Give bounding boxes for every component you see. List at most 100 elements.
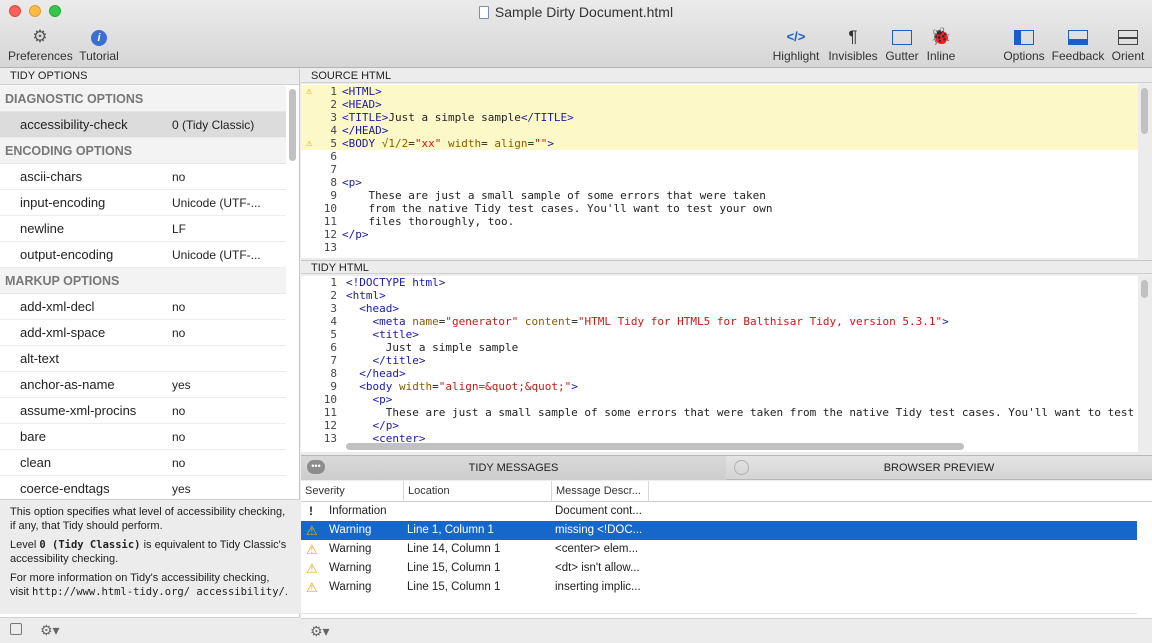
info-icon: i [78,26,120,48]
source-html-header: SOURCE HTML [301,69,1152,83]
code-line[interactable]: 8 <p> [301,176,1138,189]
option-row-newline[interactable]: newline LF [0,216,286,242]
options-button[interactable]: Options [1002,26,1046,63]
source-html-editor[interactable]: ⚠ 1 <HTML> 2 <HEAD> 3 <TITLE>Just a simple sam… [301,84,1138,258]
gear-icon[interactable]: ⚙▾ [40,622,60,639]
code-line[interactable]: 4 <meta name="generator" content="HTML T… [301,315,1138,328]
feedback-button[interactable]: Feedback [1051,26,1105,63]
option-row-input-encoding[interactable]: input-encoding Unicode (UTF-... [0,190,286,216]
option-row-anchor-as-name[interactable]: anchor-as-name yes [0,372,286,398]
description-link[interactable]: http://www.html-tidy.org/ accessibility/ [32,586,285,598]
option-value[interactable]: no [172,424,185,450]
option-name: input-encoding [20,195,106,210]
option-value[interactable]: no [172,398,185,424]
code-line[interactable]: 1 <!DOCTYPE html> [301,276,1138,289]
code-line[interactable]: 10 <p> [301,393,1138,406]
code-line[interactable]: 9 These are just a small sample of some … [301,189,1138,202]
gear-icon: ⚙ [32,27,48,46]
option-name: anchor-as-name [20,377,115,392]
preferences-button[interactable]: ⚙ Preferences [8,26,73,63]
code-line[interactable]: 12 </p> [301,228,1138,241]
code-line[interactable]: 6 Just a simple sample [301,341,1138,354]
options-list[interactable]: DIAGNOSTIC OPTIONS accessibility-check 0 (… [0,86,286,498]
option-value[interactable]: no [172,164,185,190]
gear-icon[interactable]: ⚙▾ [310,623,330,640]
option-name: coerce-endtags [20,481,110,496]
code-line[interactable]: 2 <HEAD> [301,98,1138,111]
option-value[interactable]: Unicode (UTF-... [172,242,261,268]
orient-button[interactable]: Orient [1109,26,1147,63]
image-icon[interactable] [10,623,22,635]
code-line[interactable]: 7 [301,163,1138,176]
warning-icon[interactable]: ⚠ [306,137,312,150]
column-header-severity[interactable]: Severity [301,481,345,502]
code-line[interactable]: 10 from the native Tidy test cases. You'… [301,202,1138,215]
inline-button[interactable]: 🐞 Inline [925,26,957,63]
message-row[interactable]: ⚠ Warning Line 15, Column 1 inserting impli… [301,578,1137,597]
option-row-ascii-chars[interactable]: ascii-chars no [0,164,286,190]
tidy-html-editor[interactable]: 1 <!DOCTYPE html> 2 <html> 3 <head> 4 <meta n… [301,276,1138,452]
code-line[interactable]: ⚠ 1 <HTML> [301,85,1138,98]
invisibles-button[interactable]: ¶ Invisibles [827,26,879,63]
tab-browser-preview[interactable]: BROWSER PREVIEW [726,456,1152,480]
message-location: Line 14, Column 1 [407,543,501,555]
code-line[interactable]: 3 <head> [301,302,1138,315]
option-row-alt-text[interactable]: alt-text [0,346,286,372]
message-row[interactable]: ⚠ Warning Line 15, Column 1 <dt> isn't allo… [301,559,1137,578]
window-title: Sample Dirty Document.html [0,4,1152,20]
option-value[interactable]: yes [172,476,191,498]
line-number: 7 [330,354,337,367]
tidy-horizontal-scrollbar[interactable] [346,443,964,450]
code-line[interactable]: 4 </HEAD> [301,124,1138,137]
option-value[interactable]: 0 (Tidy Classic) [172,112,254,138]
column-header-message[interactable]: Message Descr... [551,481,649,502]
option-row-clean[interactable]: clean no [0,450,286,476]
message-row[interactable]: ⚠ Warning Line 14, Column 1 <center> elem..… [301,540,1137,559]
options-scrollbar[interactable] [289,89,296,161]
code-line[interactable]: 3 <TITLE>Just a simple sample</TITLE> [301,111,1138,124]
tidy-vertical-scrollbar[interactable] [1141,280,1148,298]
tutorial-button[interactable]: i Tutorial [78,26,120,63]
code-text: <BODY √1/2="xx" width= align=""> [342,137,554,150]
option-row-add-xml-decl[interactable]: add-xml-decl no [0,294,286,320]
code-line[interactable]: 7 </title> [301,354,1138,367]
option-value[interactable]: LF [172,216,186,242]
option-row-output-encoding[interactable]: output-encoding Unicode (UTF-... [0,242,286,268]
code-line[interactable]: 12 </p> [301,419,1138,432]
option-row-add-xml-space[interactable]: add-xml-space no [0,320,286,346]
code-line[interactable]: 2 <html> [301,289,1138,302]
option-row-accessibility-check[interactable]: accessibility-check 0 (Tidy Classic) [0,112,286,138]
highlight-button[interactable]: </> Highlight [770,26,822,63]
code-line[interactable]: 13 [301,241,1138,254]
option-value[interactable]: yes [172,372,191,398]
code-line[interactable]: 5 <title> [301,328,1138,341]
option-name: output-encoding [20,247,114,262]
code-line[interactable]: 9 <body width="align=&quot;&quot;"> [301,380,1138,393]
code-text: These are just a small sample of some er… [346,406,1135,419]
gutter-button[interactable]: Gutter [884,26,920,63]
option-value[interactable]: no [172,294,185,320]
code-line[interactable]: ⚠ 5 <BODY √1/2="xx" width= align=""> [301,137,1138,150]
message-row[interactable]: ! Information Document cont... [301,502,1137,521]
code-line[interactable]: 11 files thoroughly, too. [301,215,1138,228]
messages-table[interactable]: Severity Location Message Descr... ! Info… [301,481,1152,620]
message-row[interactable]: ⚠ Warning Line 1, Column 1 missing <!DOC... [301,521,1137,540]
code-text: </HEAD> [342,124,389,137]
code-text: <HEAD> [342,98,382,111]
speech-bubble-icon: ••• [307,460,325,474]
code-line[interactable]: 11 These are just a small sample of some… [301,406,1138,419]
option-value[interactable]: no [172,450,185,476]
option-row-coerce-endtags[interactable]: coerce-endtags yes [0,476,286,498]
option-row-bare[interactable]: bare no [0,424,286,450]
description-text: . [284,586,288,598]
code-line[interactable]: 8 </head> [301,367,1138,380]
column-header-location[interactable]: Location [403,481,551,502]
tab-tidy-messages[interactable]: ••• TIDY MESSAGES [301,456,726,480]
option-value[interactable]: no [172,320,185,346]
option-value[interactable]: Unicode (UTF-... [172,190,261,216]
warning-icon[interactable]: ⚠ [306,85,312,98]
option-row-assume-xml-procins[interactable]: assume-xml-procins no [0,398,286,424]
code-text: </p> [342,228,369,241]
code-line[interactable]: 6 [301,150,1138,163]
source-scrollbar[interactable] [1141,88,1148,134]
